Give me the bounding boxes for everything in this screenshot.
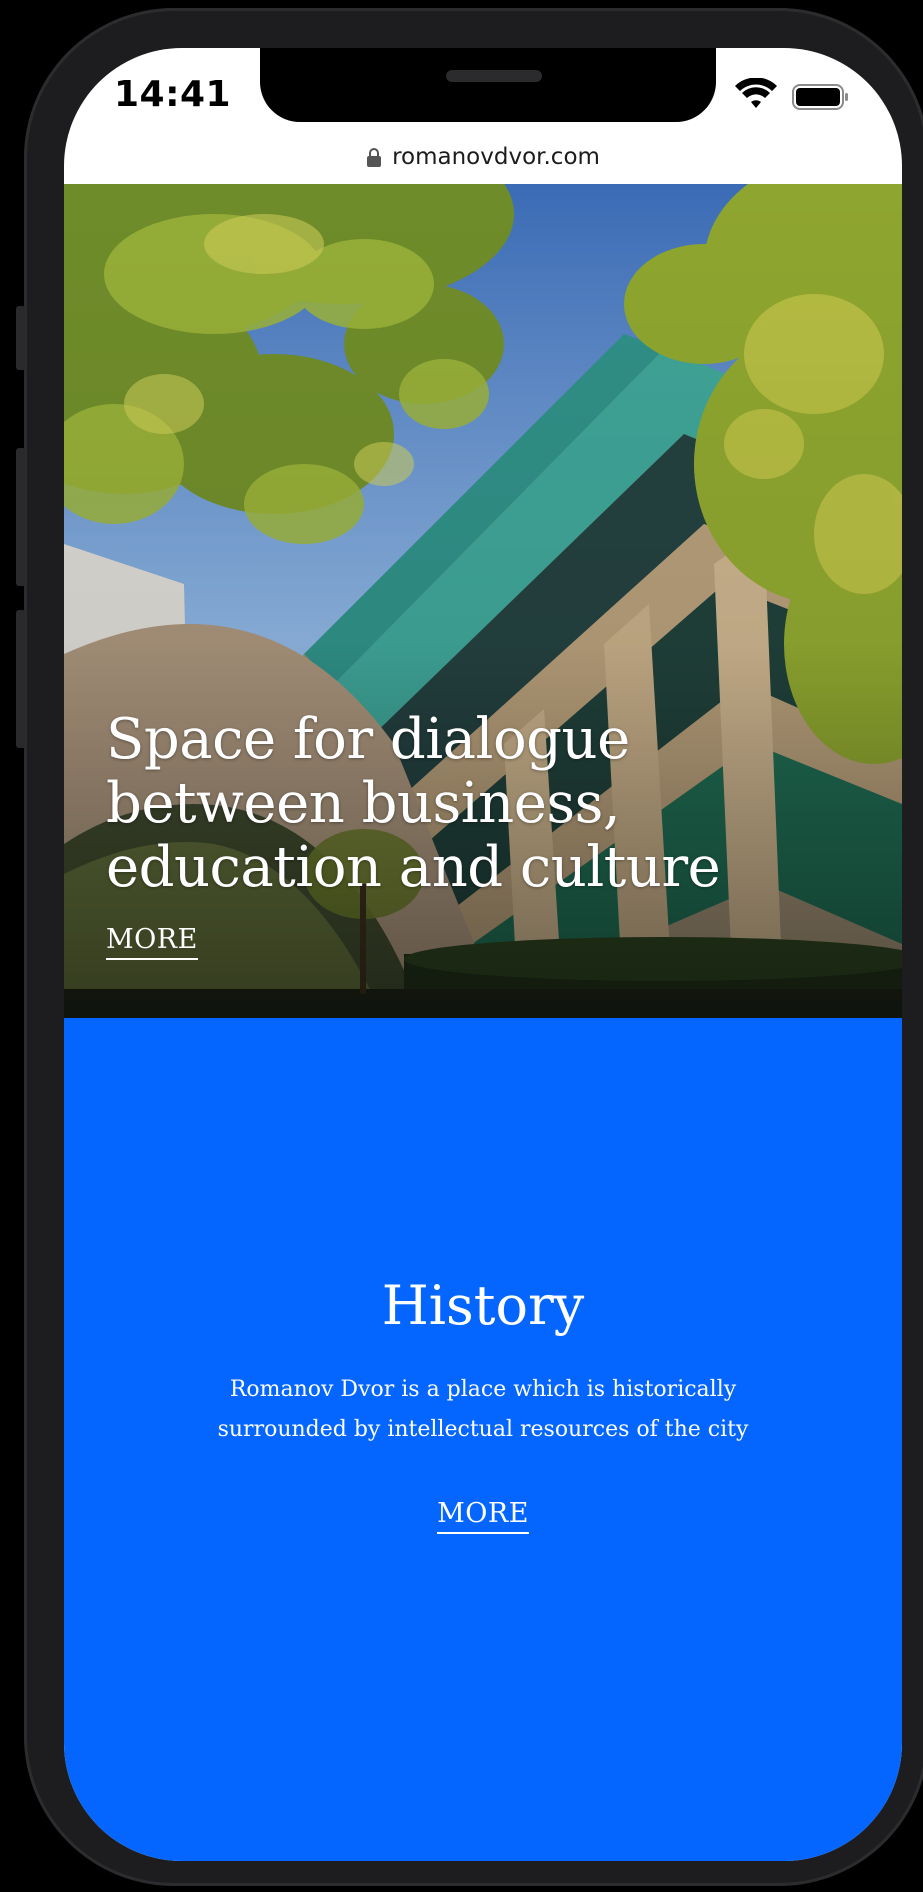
battery-icon — [792, 84, 848, 110]
hero-section: Space for dialogue between business, edu… — [64, 184, 902, 1018]
screen: 14:41 romanovdvor.com Space for dialogue… — [64, 48, 902, 1861]
volume-up-button — [16, 448, 26, 586]
lock-icon — [367, 148, 382, 167]
hero-more-link[interactable]: MORE — [106, 924, 198, 960]
history-title: History — [381, 1274, 585, 1337]
speaker-grille — [446, 70, 542, 82]
history-more-link[interactable]: MORE — [437, 1498, 529, 1534]
silent-switch — [16, 306, 26, 370]
url-text: romanovdvor.com — [392, 144, 600, 170]
status-time: 14:41 — [114, 74, 232, 115]
history-section: History Romanov Dvor is a place which is… — [64, 1018, 902, 1861]
history-more-wrapper: MORE — [64, 1498, 902, 1534]
hero-title: Space for dialogue between business, edu… — [106, 707, 721, 900]
notch — [260, 48, 716, 122]
address-bar[interactable]: romanovdvor.com — [64, 132, 902, 182]
volume-down-button — [16, 610, 26, 748]
history-description: Romanov Dvor is a place which is histori… — [217, 1377, 749, 1442]
wifi-icon — [735, 78, 777, 108]
